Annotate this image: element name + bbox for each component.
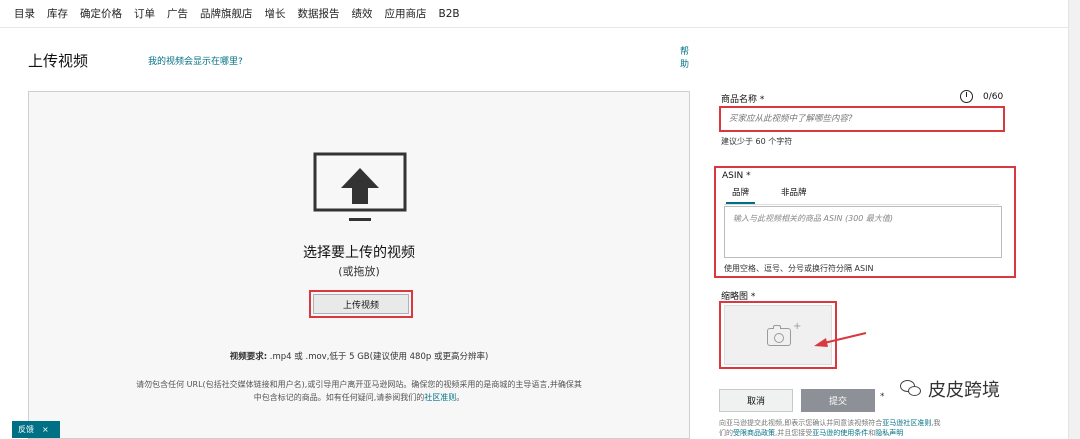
privacy-notice-link[interactable]: 隐私声明 [875, 429, 903, 437]
nav-item-pricing[interactable]: 确定价格 [80, 6, 122, 21]
drag-drop-text: (或拖放) [338, 265, 380, 278]
top-nav: 目录 库存 确定价格 订单 广告 品牌旗舰店 增长 数据报告 绩效 应用商店 B… [0, 0, 1080, 28]
feedback-button[interactable]: 反馈 × [12, 421, 60, 438]
timer-icon [960, 90, 973, 103]
policy-line-1: 请勿包含任何 URL(包括社交媒体链接和用户名),或引导用户离开亚马逊网站。确保… [136, 380, 582, 389]
nav-item-inventory[interactable]: 库存 [47, 6, 68, 21]
cancel-button[interactable]: 取消 [719, 389, 793, 412]
community-guidelines-link[interactable]: 社区准则 [424, 393, 456, 402]
terms-line-1: 向亚马逊提交此视频,即表示您确认并同意该视频符合亚马逊社区准则,我 [719, 418, 1019, 428]
tab-non-brand[interactable]: 非品牌 [775, 186, 813, 204]
where-videos-appear-link[interactable]: 我的视频会显示在哪里? [148, 54, 243, 67]
nav-item-advertising[interactable]: 广告 [167, 6, 188, 21]
nav-item-performance[interactable]: 绩效 [352, 6, 373, 21]
upload-video-button[interactable]: 上传视频 [313, 294, 409, 314]
watermark: 皮皮跨境 [900, 376, 1000, 402]
community-guidelines-terms-link[interactable]: 亚马逊社区准则 [882, 419, 931, 427]
nav-item-reports[interactable]: 数据报告 [298, 6, 340, 21]
watermark-mark: * [880, 392, 885, 402]
asin-hint: 使用空格、逗号、分号或换行符分隔 ASIN [724, 264, 874, 273]
choose-video-text: 选择要上传的视频 [303, 245, 415, 261]
restricted-products-link[interactable]: 受限商品政策 [733, 429, 775, 437]
terms-text-4: ,并且您接受 [775, 429, 813, 437]
product-name-highlight [719, 106, 1005, 132]
tab-divider [724, 204, 999, 205]
asin-textarea[interactable]: 输入与此视频相关的商品 ASIN (300 最大值) [724, 206, 1002, 258]
asin-section-highlight: ASIN * 品牌 非品牌 输入与此视频相关的商品 ASIN (300 最大值)… [714, 166, 1016, 278]
upload-policy-text: 请勿包含任何 URL(包括社交媒体链接和用户名),或引导用户离开亚马逊网站。确保… [109, 378, 609, 404]
feedback-label: 反馈 [18, 425, 34, 434]
nav-item-growth[interactable]: 增长 [265, 6, 286, 21]
product-name-hint: 建议少于 60 个字符 [721, 137, 793, 146]
upload-dropzone[interactable]: 选择要上传的视频 (或拖放) 上传视频 视频要求: .mp4 或 .mov,低于… [28, 91, 690, 439]
upload-monitor-icon [313, 152, 407, 221]
policy-line-2-text: 中包含标记的商品。如有任何疑问,请参阅我们的 [253, 393, 425, 402]
submit-button[interactable]: 提交 [801, 389, 875, 412]
plus-icon: + [793, 321, 802, 332]
video-requirements: 视频要求: .mp4 或 .mov,低于 5 GB(建议使用 480p 或更高分… [29, 350, 689, 362]
policy-line-2: 中包含标记的商品。如有任何疑问,请参阅我们的社区准则。 [109, 391, 609, 404]
help-link[interactable]: 帮助 [680, 46, 690, 72]
terms-line-2: 们的受限商品政策,并且您接受亚马逊的使用条件和隐私声明 [719, 428, 1019, 438]
nav-item-orders[interactable]: 订单 [134, 6, 155, 21]
policy-end: 。 [456, 393, 465, 402]
vertical-scrollbar[interactable] [1068, 0, 1080, 439]
close-icon[interactable]: × [42, 425, 49, 434]
product-name-label: 商品名称 * [721, 95, 765, 105]
tab-brand[interactable]: 品牌 [726, 186, 756, 204]
camera-icon-top [773, 325, 781, 329]
nav-item-appstore[interactable]: 应用商店 [385, 6, 427, 21]
terms-text-3: 们的 [719, 429, 733, 437]
nav-item-catalog[interactable]: 目录 [14, 6, 35, 21]
wechat-icon [900, 380, 922, 398]
red-arrow-icon [814, 332, 867, 347]
submission-terms: 向亚马逊提交此视频,即表示您确认并同意该视频符合亚马逊社区准则,我 们的受限商品… [719, 418, 1019, 438]
watermark-text: 皮皮跨境 [928, 380, 1000, 401]
nav-item-b2b[interactable]: B2B [439, 8, 460, 20]
character-counter: 0/60 [983, 92, 1004, 102]
product-name-input[interactable] [723, 110, 1001, 128]
requirements-label: 视频要求: [229, 352, 268, 362]
terms-text-2: ,我 [931, 419, 941, 427]
page-title: 上传视频 [28, 52, 89, 70]
upload-button-highlight: 上传视频 [309, 290, 413, 318]
camera-icon [767, 328, 791, 346]
asin-tabs: 品牌 非品牌 [726, 186, 813, 204]
requirements-text: .mp4 或 .mov,低于 5 GB(建议使用 480p 或更高分辨率) [269, 352, 489, 362]
asin-label: ASIN * [722, 171, 751, 181]
terms-text-1: 向亚马逊提交此视频,即表示您确认并同意该视频符合 [719, 419, 883, 427]
nav-item-stores[interactable]: 品牌旗舰店 [200, 6, 253, 21]
conditions-of-use-link[interactable]: 亚马逊的使用条件 [812, 429, 868, 437]
